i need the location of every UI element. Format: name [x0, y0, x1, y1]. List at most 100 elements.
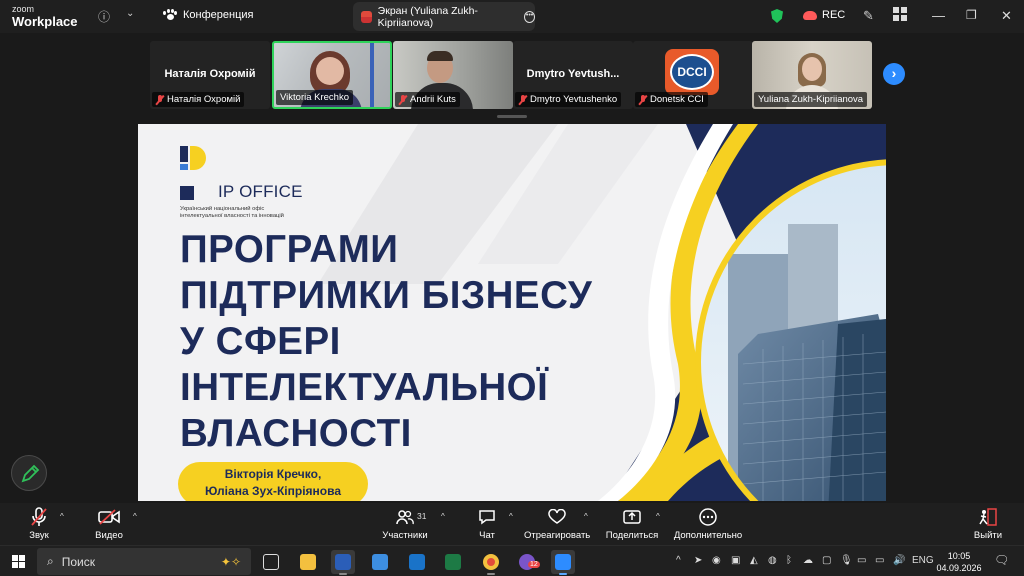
participants-options-caret-icon[interactable]: ^ [441, 512, 445, 521]
battery-icon[interactable]: ▭ [875, 555, 884, 566]
participant-tile[interactable]: DCCI Donetsk CCI [633, 41, 753, 109]
windows-start-icon[interactable] [12, 555, 26, 569]
microphone-tray-icon[interactable]: 🎙 [840, 555, 853, 566]
audio-options-caret-icon[interactable]: ^ [60, 512, 64, 521]
meeting-controls: Звук ^ Видео ^ Участники 31 ^ Чат ^ Отре… [0, 503, 1024, 545]
participant-tile[interactable]: Наталія Охромій Наталія Охромій [150, 41, 270, 109]
headline-line: У СФЕРІ [180, 320, 341, 363]
network-tray-icon[interactable]: ▭ [857, 555, 866, 566]
slide-headline: ПРОГРАМИ ПІДТРИМКИ БІЗНЕСУ У СФЕРІ ІНТЕЛ… [180, 227, 650, 457]
participant-tile-active-speaker[interactable]: Viktoria Krechko [272, 41, 392, 109]
taskbar-search[interactable]: ⌕ Поиск ✦✧ [37, 548, 251, 575]
react-options-caret-icon[interactable]: ^ [584, 512, 588, 521]
outlook-icon[interactable] [405, 550, 429, 574]
zoom-workplace-logo: zoom Workplace [12, 5, 78, 29]
pencil-icon [21, 464, 40, 483]
info-icon[interactable]: ⓘ [98, 8, 110, 25]
share-screen-icon [623, 510, 641, 524]
participant-name: Andrii Kuts [410, 94, 456, 105]
strip-drag-handle[interactable] [497, 115, 527, 118]
meeting-label: Конференция [183, 9, 254, 21]
screen-share-tab[interactable]: Экран (Yuliana Zukh-Kipriianova) ••• [353, 2, 535, 31]
chevron-down-icon[interactable]: ⌄ [126, 8, 134, 19]
participant-big-name: Наталія Охромій [164, 68, 256, 80]
annotate-icon[interactable]: ✎ [863, 8, 874, 24]
react-button[interactable]: Отреагировать [524, 507, 590, 541]
chat-icon [479, 510, 495, 525]
zoom-tray-icon[interactable]: ▢ [822, 555, 831, 566]
video-off-icon [98, 509, 120, 525]
participant-name: Donetsk CCI [650, 94, 704, 105]
participant-tile[interactable]: Dmytro Yevtush... Dmytro Yevtushenko [513, 41, 633, 109]
headline-line: ПІДТРИМКИ БІЗНЕСУ [180, 274, 593, 317]
audio-button[interactable]: Звук [22, 507, 56, 541]
telegram-tray-icon[interactable]: ➤ [694, 555, 702, 566]
excel-icon[interactable] [441, 550, 465, 574]
viber-tray-icon[interactable]: ◉ [712, 555, 721, 566]
language-indicator[interactable]: ENG [912, 555, 934, 566]
nvidia-tray-icon[interactable]: ◭ [750, 555, 758, 566]
chat-button[interactable]: Чат [472, 507, 502, 541]
windows-taskbar: ⌕ Поиск ✦✧ 12 ^ ➤ ◉ ▣ ◭ ◍ ᛒ ☁ ▢ 🎙 ▭ ▭ 🔊 … [0, 545, 1024, 576]
sparkle-icon: ✦✧ [220, 554, 241, 569]
search-icon: ⌕ [47, 554, 54, 568]
bluetooth-icon[interactable]: ᛒ [786, 555, 792, 566]
taskbar-clock[interactable]: 10:05 04.09.2026 [936, 550, 982, 574]
chrome-tray-icon[interactable]: ◍ [768, 555, 777, 566]
participant-tile[interactable]: Andrii Kuts [393, 41, 513, 109]
react-label: Отреагировать [524, 530, 591, 541]
rec-label: REC [822, 9, 846, 21]
share-button[interactable]: Поделиться [605, 507, 659, 541]
encryption-shield-icon[interactable] [771, 9, 783, 23]
viber-badge: 12 [528, 561, 540, 568]
tray-overflow-icon[interactable]: ^ [676, 555, 681, 566]
notifications-icon[interactable]: 🗨 [994, 553, 1009, 567]
mic-muted-icon [519, 94, 527, 105]
task-view-icon[interactable] [259, 550, 283, 574]
store-icon[interactable] [368, 550, 392, 574]
view-grid-icon[interactable] [893, 7, 907, 24]
clock-time: 10:05 [947, 551, 971, 561]
onedrive-tray-icon[interactable]: ☁ [803, 555, 813, 566]
participant-strip: Наталія Охромій Наталія Охромій Viktoria… [0, 33, 1024, 121]
ip-office-subtitle: Український національний офіс інтелектуа… [180, 206, 300, 219]
viber-icon[interactable]: 12 [515, 550, 540, 574]
shared-screen-slide: IP OFFICE Український національний офіс … [138, 124, 886, 501]
dcci-logo-text: DCCI [670, 54, 714, 90]
audio-label: Звук [29, 530, 49, 541]
participant-hair [427, 51, 453, 61]
more-options-icon[interactable]: ••• [524, 10, 535, 23]
participant-label: Наталія Охромій [152, 92, 245, 107]
share-options-caret-icon[interactable]: ^ [656, 512, 660, 521]
meet-tray-icon[interactable]: ▣ [731, 555, 740, 566]
meeting-tab[interactable]: Конференция [163, 9, 253, 21]
participant-name: Yuliana Zukh-Kipriianova [758, 94, 864, 105]
zoom-taskbar-icon[interactable] [551, 550, 575, 575]
word-icon[interactable] [331, 550, 355, 575]
close-icon[interactable]: ✕ [1001, 8, 1012, 24]
file-explorer-icon[interactable] [296, 550, 320, 574]
next-page-button[interactable]: › [883, 63, 905, 85]
video-button[interactable]: Видео [92, 507, 126, 541]
video-options-caret-icon[interactable]: ^ [133, 512, 137, 521]
restore-icon[interactable]: ❐ [966, 8, 977, 22]
participant-label: Dmytro Yevtushenko [515, 92, 622, 107]
annotate-pencil-button[interactable] [11, 455, 47, 491]
logo-sub-line: Український національний офіс [180, 206, 265, 212]
leave-icon [979, 508, 997, 526]
share-label: Поделиться [605, 530, 659, 541]
chat-options-caret-icon[interactable]: ^ [509, 512, 513, 521]
volume-icon[interactable]: 🔊 [893, 555, 905, 566]
headline-line: ВЛАСНОСТІ [180, 412, 412, 455]
participant-big-name: Dmytro Yevtush... [526, 68, 620, 80]
chrome-icon[interactable] [479, 550, 503, 575]
participant-label: Andrii Kuts [395, 92, 460, 107]
mic-muted-icon [639, 94, 647, 105]
slide-authors: Вікторія Кречко, Юліана Зух-Кіпріянова [178, 462, 368, 501]
leave-button[interactable]: Выйти [971, 507, 1005, 541]
more-button[interactable]: Дополнительно [672, 507, 744, 541]
minimize-icon[interactable]: — [932, 8, 945, 23]
paw-icon [163, 9, 177, 21]
recording-indicator[interactable]: REC [803, 9, 845, 21]
participant-tile[interactable]: Yuliana Zukh-Kipriianova [752, 41, 872, 109]
